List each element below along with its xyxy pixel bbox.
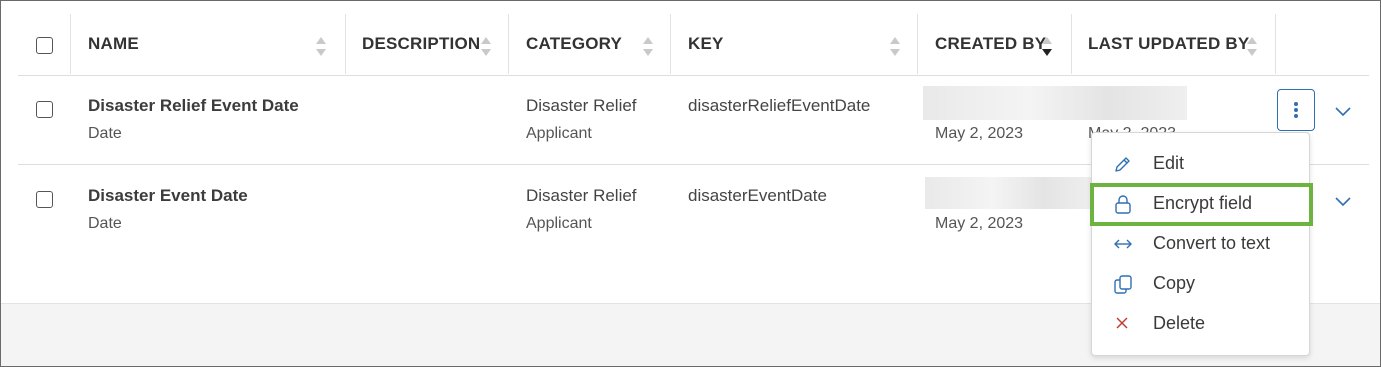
column-header-label: NAME [88, 34, 139, 53]
column-header-category[interactable]: CATEGORY [526, 14, 622, 74]
menu-item-edit[interactable]: Edit [1092, 144, 1311, 184]
column-header-label: DESCRIPTION [362, 34, 481, 53]
row-category: Disaster Relief [526, 96, 637, 115]
sort-icon[interactable] [315, 37, 327, 59]
sort-descending-icon [643, 49, 653, 56]
column-header-name[interactable]: NAME [88, 14, 139, 74]
row-actions-button[interactable] [1277, 89, 1315, 131]
sort-icon[interactable] [1246, 37, 1258, 59]
row-actions-menu: Edit Encrypt field Convert to text Copy … [1091, 132, 1310, 356]
menu-item-label: Delete [1153, 313, 1206, 333]
column-divider [70, 14, 71, 74]
row-checkbox[interactable] [36, 191, 53, 208]
column-header-label: CATEGORY [526, 34, 623, 53]
arrows-horizontal-icon [1114, 239, 1132, 249]
row-category: Disaster Relief [526, 186, 637, 205]
row-created-date: May 2, 2023 [935, 125, 1024, 142]
close-icon [1116, 317, 1128, 329]
redacted-user [923, 86, 1187, 120]
column-divider [1275, 14, 1276, 74]
sort-icon[interactable] [480, 37, 492, 59]
column-divider [1071, 14, 1072, 74]
sort-icon[interactable] [1041, 37, 1053, 59]
select-all-checkbox[interactable] [36, 37, 53, 54]
redacted-user [925, 177, 1095, 209]
sort-icon[interactable] [642, 37, 654, 59]
sort-ascending-icon [1247, 37, 1257, 44]
sort-descending-icon [1042, 49, 1052, 56]
row-checkbox[interactable] [36, 101, 53, 118]
menu-item-label: Copy [1153, 273, 1196, 293]
menu-item-label: Convert to text [1153, 233, 1271, 253]
menu-item-label: Edit [1153, 153, 1185, 173]
row-name[interactable]: Disaster Relief Event Date [88, 96, 299, 116]
header-divider [18, 75, 1369, 76]
copy-icon [1114, 275, 1132, 294]
row-key: disasterReliefEventDate [688, 96, 871, 115]
sort-ascending-icon [1042, 37, 1052, 44]
column-divider [345, 14, 346, 74]
row-category-sub: Applicant [526, 215, 592, 232]
row-created-date: May 2, 2023 [935, 215, 1024, 232]
more-vertical-icon [1294, 102, 1298, 118]
menu-item-convert-to-text[interactable]: Convert to text [1092, 224, 1311, 264]
column-divider [917, 14, 918, 74]
column-header-description[interactable]: DESCRIPTION [362, 14, 480, 74]
menu-item-copy[interactable]: Copy [1092, 264, 1311, 304]
row-type: Date [88, 215, 122, 232]
sort-ascending-icon [481, 37, 491, 44]
chevron-down-icon[interactable] [1334, 105, 1352, 117]
row-name[interactable]: Disaster Event Date [88, 186, 248, 206]
column-header-created-by[interactable]: CREATED BY [935, 14, 1046, 74]
sort-descending-icon [890, 49, 900, 56]
row-category-sub: Applicant [526, 125, 592, 142]
sort-ascending-icon [890, 37, 900, 44]
column-divider [508, 14, 509, 74]
row-key: disasterEventDate [688, 186, 827, 205]
column-header-key[interactable]: KEY [688, 14, 724, 74]
pencil-icon [1115, 157, 1130, 172]
column-divider [670, 14, 671, 74]
chevron-down-icon[interactable] [1334, 195, 1352, 207]
column-header-label: KEY [688, 34, 724, 53]
column-header-last-updated-by[interactable]: LAST UPDATED BY [1088, 14, 1249, 74]
sort-icon[interactable] [889, 37, 901, 59]
sort-descending-icon [481, 49, 491, 56]
menu-item-delete[interactable]: Delete [1092, 304, 1311, 344]
column-header-label: CREATED BY [935, 34, 1047, 53]
sort-descending-icon [316, 49, 326, 56]
sort-ascending-icon [643, 37, 653, 44]
sort-ascending-icon [316, 37, 326, 44]
row-type: Date [88, 125, 122, 142]
sort-descending-icon [1247, 49, 1257, 56]
column-header-label: LAST UPDATED BY [1088, 34, 1250, 53]
encrypt-field-highlight [1090, 183, 1313, 226]
